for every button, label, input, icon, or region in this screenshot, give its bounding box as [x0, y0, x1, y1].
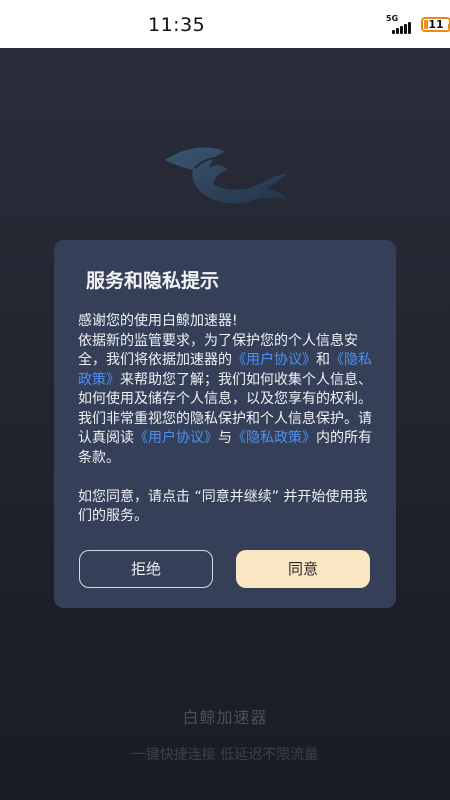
greeting-text: 感谢您的使用白鲸加速器!	[78, 313, 238, 329]
status-time: 11:35	[148, 14, 206, 36]
privacy-policy-link-2[interactable]: 《隐私政策》	[232, 430, 316, 446]
privacy-paragraph: 依据新的监管要求，为了保护您的个人信息安全，我们将依据加速器的《用户协议》和《隐…	[78, 332, 378, 469]
brand-slogan: 一键快捷连接 低延迟不限流量	[131, 747, 319, 763]
battery-level: 11	[428, 18, 444, 31]
dialog-body: 感谢您的使用白鲸加速器! 依据新的监管要求，为了保护您的个人信息安全，我们将依据…	[78, 312, 378, 527]
and-text-2: 与	[218, 430, 232, 446]
app-screen: 11:35 5G 11 服务和隐私提示 感谢您的使用白鲸加速器! 依据新的监管要…	[0, 0, 450, 800]
user-agreement-link-2[interactable]: 《用户协议》	[134, 430, 218, 446]
user-agreement-link[interactable]: 《用户协议》	[232, 352, 316, 368]
whale-logo-icon	[165, 147, 287, 204]
signal-icon	[392, 20, 412, 34]
status-bar: 11:35 5G 11	[0, 0, 450, 48]
battery-icon: 11	[421, 17, 450, 32]
and-text-1: 和	[316, 352, 330, 368]
dialog-title: 服务和隐私提示	[86, 270, 220, 292]
refuse-button[interactable]: 拒绝	[79, 550, 213, 588]
agree-button[interactable]: 同意	[236, 550, 370, 588]
brand-name: 白鲸加速器	[182, 708, 268, 727]
privacy-dialog: 服务和隐私提示 感谢您的使用白鲸加速器! 依据新的监管要求，为了保护您的个人信息…	[54, 240, 396, 608]
consent-instruction: 如您同意，请点击 “同意并继续” 并开始使用我们的服务。	[78, 488, 368, 525]
